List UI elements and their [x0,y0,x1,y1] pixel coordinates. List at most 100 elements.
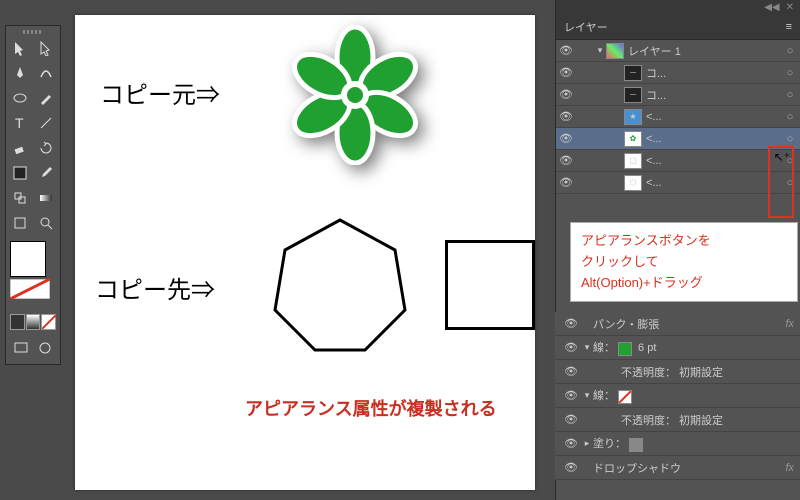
heptagon-shape[interactable] [265,210,415,365]
layer-name: <... [646,155,780,167]
eraser-tool[interactable] [8,136,33,160]
visibility-toggle[interactable]: 👁 [561,437,581,450]
cursor-drag-icon: ↖⁺ [774,150,790,164]
draw-mode-btn[interactable] [34,336,57,360]
callout-line-2: クリックして [581,252,787,273]
layer-row[interactable]: 👁✿<...○ [556,128,800,150]
type-tool[interactable]: T [8,111,33,135]
layer-row[interactable]: 👁 ▾ レイヤー 1○ [556,40,800,62]
appearance-row[interactable]: 👁▾線： [555,384,800,408]
layer-row[interactable]: 👁▢<...○ [556,150,800,172]
appearance-row[interactable]: 👁▾線： 6 pt [555,336,800,360]
gradient-tool[interactable] [34,186,59,210]
visibility-toggle[interactable]: 👁 [556,88,576,101]
artboard-tool[interactable] [8,211,33,235]
none-mode-btn[interactable] [41,314,56,330]
artboard[interactable]: コピー元⇒ コピー先⇒ アピアランス属性が複製される [75,15,535,490]
tool-grid: T [8,36,58,235]
close-icon[interactable]: ✕ [786,2,794,13]
layer-name: コ... [646,65,780,81]
appearance-label: 線： [593,387,794,403]
visibility-toggle[interactable]: 👁 [561,461,581,474]
appearance-label: 不透明度： 初期設定 [621,412,794,428]
gradient-mode-btn[interactable] [26,314,41,330]
visibility-toggle[interactable]: 👁 [561,389,581,402]
appearance-label: 線： 6 pt [593,339,794,355]
panel-menu-icon[interactable]: ≡ [786,21,792,33]
appearance-label: 塗り： [593,435,794,451]
screen-mode-btn[interactable] [10,336,33,360]
target-icon[interactable]: ○ [780,45,800,57]
visibility-toggle[interactable]: 👁 [561,317,581,330]
fill-stroke-swatches[interactable] [8,239,58,362]
selection-tool[interactable] [8,36,33,60]
callout-box: アピアランスボタンを クリックして Alt(Option)+ドラッグ [570,222,798,302]
zoom-tool[interactable] [34,211,59,235]
appearance-label: ドロップシャドウ [593,460,785,476]
visibility-toggle[interactable]: 👁 [556,132,576,145]
label-copy-dest: コピー先⇒ [95,270,215,305]
layer-name: <... [646,177,780,189]
visibility-toggle[interactable]: 👁 [561,413,581,426]
paintbrush-tool[interactable] [34,86,59,110]
layer-row[interactable]: 👁---コ...○ [556,62,800,84]
visibility-toggle[interactable]: 👁 [561,365,581,378]
layer-name: レイヤー 1 [628,43,780,59]
pen-tool[interactable] [8,61,33,85]
appearance-label: 不透明度： 初期設定 [621,364,794,380]
flower-shape[interactable] [285,25,425,170]
disclosure-icon[interactable]: ▸ [581,438,593,449]
fill-swatch[interactable] [10,241,46,277]
visibility-toggle[interactable]: 👁 [556,44,576,57]
layers-panel-header[interactable]: レイヤー ≡ [556,14,800,40]
layer-row[interactable]: 👁⬡<...○ [556,172,800,194]
fx-icon[interactable]: fx [785,318,794,330]
callout-line-3: Alt(Option)+ドラッグ [581,273,787,294]
visibility-toggle[interactable]: 👁 [556,66,576,79]
square-shape[interactable] [445,240,535,330]
visibility-toggle[interactable]: 👁 [556,110,576,123]
toolbox-grip[interactable] [8,28,58,36]
line-tool[interactable] [34,111,59,135]
curvature-tool[interactable] [34,61,59,85]
toolbox: T [5,25,61,365]
appearance-label: パンク・膨張 [593,316,785,332]
layer-name: <... [646,133,780,145]
layer-row[interactable]: 👁★<...○ [556,106,800,128]
ellipse-tool[interactable] [8,86,33,110]
note-text: アピアランス属性が複製される [245,395,497,421]
appearance-panel: 👁パンク・膨張fx👁▾線： 6 pt👁不透明度： 初期設定👁▾線：👁不透明度： … [555,312,800,480]
eyedropper-tool[interactable] [34,161,59,185]
target-icon[interactable]: ○ [780,89,800,101]
fx-icon[interactable]: fx [785,462,794,474]
rotate-tool[interactable] [34,136,59,160]
appearance-row[interactable]: 👁 不透明度： 初期設定 [555,408,800,432]
callout-line-1: アピアランスボタンを [581,231,787,252]
disclosure-icon[interactable]: ▾ [594,45,606,56]
scale-tool[interactable] [8,186,33,210]
svg-text:T: T [15,115,24,131]
direct-selection-tool[interactable] [34,36,59,60]
panel-top-strip: ◀◀ ✕ [556,0,800,14]
target-icon[interactable]: ○ [780,67,800,79]
visibility-toggle[interactable]: 👁 [556,154,576,167]
disclosure-icon[interactable]: ▾ [581,342,593,353]
label-copy-source: コピー元⇒ [100,75,220,110]
layers-list: 👁▾レイヤー 1○👁---コ...○👁---コ...○👁★<...○👁✿<...… [556,40,800,194]
target-icon[interactable]: ○ [780,133,800,145]
layer-name: <... [646,111,780,123]
color-mode-btn[interactable] [10,314,25,330]
layers-panel-title: レイヤー [564,19,608,35]
disclosure-icon[interactable]: ▾ [581,390,593,401]
layer-name: コ... [646,87,780,103]
layer-row[interactable]: 👁---コ...○ [556,84,800,106]
visibility-toggle[interactable]: 👁 [561,341,581,354]
visibility-toggle[interactable]: 👁 [556,176,576,189]
collapse-icon[interactable]: ◀◀ [764,2,779,13]
fill-swatch-tool[interactable] [8,161,33,185]
target-icon[interactable]: ○ [780,111,800,123]
appearance-row[interactable]: 👁▸塗り： [555,432,800,456]
appearance-row[interactable]: 👁 不透明度： 初期設定 [555,360,800,384]
appearance-row[interactable]: 👁 ドロップシャドウfx [555,456,800,480]
appearance-row[interactable]: 👁 パンク・膨張fx [555,312,800,336]
